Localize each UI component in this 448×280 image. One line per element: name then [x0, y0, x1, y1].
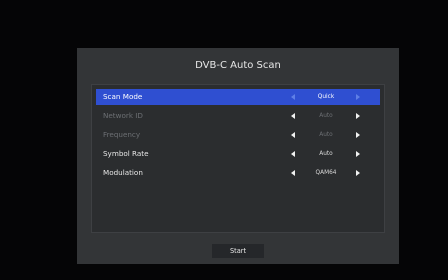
setting-row-network-id: Network ID Auto: [96, 108, 380, 124]
chevron-left-icon: [291, 132, 295, 138]
chevron-right-icon[interactable]: [356, 170, 360, 176]
settings-panel: Scan Mode Quick Network ID Auto Frequenc…: [91, 84, 385, 233]
setting-label: Scan Mode: [103, 92, 143, 101]
chevron-left-icon: [291, 113, 295, 119]
chevron-right-icon[interactable]: [356, 94, 360, 100]
setting-value: Quick: [317, 94, 335, 100]
setting-label: Modulation: [103, 168, 143, 177]
setting-row-symbol-rate[interactable]: Symbol Rate Auto: [96, 146, 380, 162]
setting-value: Auto: [319, 151, 333, 157]
chevron-left-icon[interactable]: [291, 170, 295, 176]
chevron-left-icon[interactable]: [291, 151, 295, 157]
setting-value: Auto: [319, 132, 333, 138]
chevron-right-icon: [356, 113, 360, 119]
chevron-right-icon: [356, 132, 360, 138]
setting-label: Frequency: [103, 130, 141, 139]
setting-row-modulation[interactable]: Modulation QAM64: [96, 165, 380, 181]
chevron-left-icon[interactable]: [291, 94, 295, 100]
chevron-right-icon[interactable]: [356, 151, 360, 157]
start-button[interactable]: Start: [212, 244, 264, 258]
scan-dialog: DVB-C Auto Scan Scan Mode Quick Network …: [77, 48, 399, 264]
setting-value: Auto: [319, 113, 333, 119]
setting-label: Symbol Rate: [103, 149, 149, 158]
setting-row-frequency: Frequency Auto: [96, 127, 380, 143]
dialog-title: DVB-C Auto Scan: [195, 60, 281, 71]
setting-row-scan-mode[interactable]: Scan Mode Quick: [96, 89, 380, 105]
setting-value: QAM64: [315, 170, 337, 176]
setting-label: Network ID: [103, 111, 143, 120]
